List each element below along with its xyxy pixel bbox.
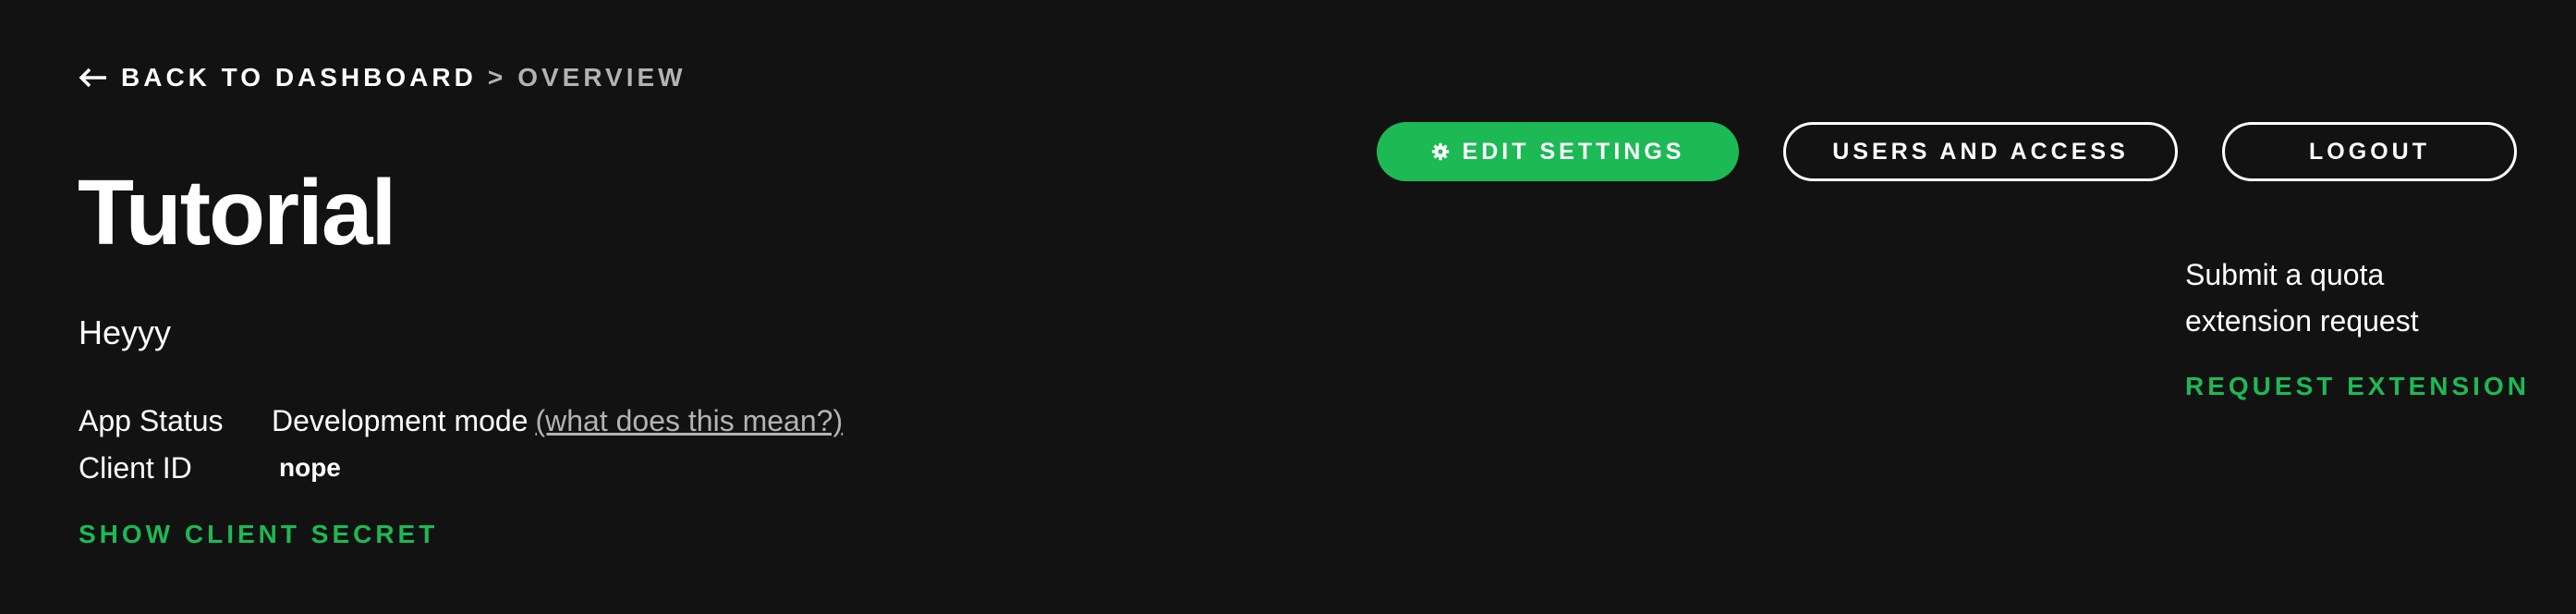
app-status-value: Development mode <box>272 404 529 437</box>
client-id-label: Client ID <box>79 451 192 485</box>
page-title: Tutorial <box>78 161 396 264</box>
logout-label: LOGOUT <box>2309 138 2430 165</box>
status-help-link[interactable]: (what does this mean?) <box>535 400 843 441</box>
request-extension-button[interactable]: REQUEST EXTENSION <box>2185 372 2530 401</box>
app-status-row: App Status Development mode (what does t… <box>79 400 843 441</box>
breadcrumb: BACK TO DASHBOARD > OVERVIEW <box>79 61 687 94</box>
users-and-access-button[interactable]: USERS AND ACCESS <box>1783 122 2178 181</box>
show-client-secret-button[interactable]: SHOW CLIENT SECRET <box>79 520 438 549</box>
breadcrumb-separator: > <box>487 63 507 92</box>
quota-extension-text: Submit a quota extension request <box>2185 258 2419 338</box>
breadcrumb-current: OVERVIEW <box>517 63 687 92</box>
app-description: Heyyy <box>79 313 172 351</box>
gear-icon <box>1431 142 1449 161</box>
client-id-value: nope <box>279 453 341 482</box>
app-overview-page: BACK TO DASHBOARD > OVERVIEW Tutorial He… <box>0 0 2576 614</box>
arrow-left-icon <box>79 68 106 88</box>
edit-settings-label: EDIT SETTINGS <box>1462 138 1685 165</box>
back-to-dashboard-link[interactable]: BACK TO DASHBOARD <box>79 63 477 92</box>
edit-settings-button[interactable]: EDIT SETTINGS <box>1377 122 1739 181</box>
back-to-dashboard-label: BACK TO DASHBOARD <box>121 63 477 92</box>
logout-button[interactable]: LOGOUT <box>2222 122 2517 181</box>
users-and-access-label: USERS AND ACCESS <box>1832 138 2129 165</box>
client-id-row: Client ID nope <box>79 448 341 488</box>
app-status-label: App Status <box>79 404 224 437</box>
